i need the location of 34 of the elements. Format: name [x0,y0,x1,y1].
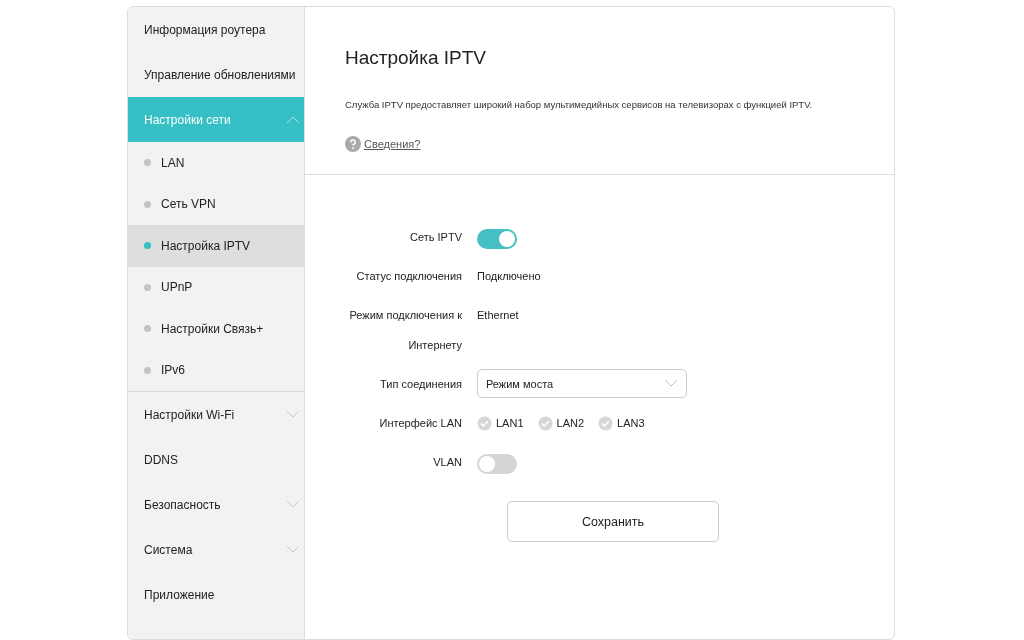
chevron-down-icon [286,410,300,419]
toggle-switch[interactable] [477,454,517,474]
sidebar-item[interactable]: Приложение [128,572,304,617]
field-label: Сеть IPTV [409,230,462,245]
sidebar-item[interactable]: Система [128,527,304,572]
field-value: Подключено [477,270,541,282]
page-title: Настройка IPTV [345,47,488,69]
help-icon [345,136,361,152]
sidebar-item[interactable]: Управление обновлениями [128,52,304,97]
sidebar-subitem[interactable]: Настройки Связь+ [128,308,304,350]
sidebar-subitem[interactable]: Настройка IPTV [128,225,304,267]
field-label: Интерфейс LAN [378,416,462,431]
sidebar-subitem[interactable]: IPv6 [128,349,304,391]
chevron-down-icon [664,379,678,388]
description-text: Служба IPTV предоставляет широкий набор мультимедийных сервисов на телевизорах с функцией IPTV. [345,99,814,110]
save-button[interactable]: Сохранить [507,501,719,542]
sidebar-item[interactable]: Безопасность [128,482,304,527]
sidebar-subitem[interactable]: LAN [128,142,304,184]
sidebar-item[interactable]: Информация роутера [128,7,304,52]
chevron-down-icon [286,500,300,509]
sidebar-item[interactable]: Настройки Wi-Fi [128,392,304,437]
field-label: Статус подключения [355,269,462,284]
field-label: Режим подключения к Интернету [348,308,462,353]
field-value: Ethernet [477,309,519,321]
help-link[interactable]: Сведения? [364,138,421,150]
field-label: Тип соединения [379,377,462,392]
toggle-switch[interactable] [477,229,517,249]
field-label: VLAN [432,455,462,470]
sidebar-item[interactable]: DDNS [128,437,304,482]
sidebar-subitem[interactable]: Сеть VPN [128,183,304,225]
sidebar-subitem[interactable]: UPnP [128,266,304,308]
chevron-up-icon [286,115,300,124]
chevron-down-icon [286,545,300,554]
dropdown-field[interactable]: Режим моста [477,369,687,398]
